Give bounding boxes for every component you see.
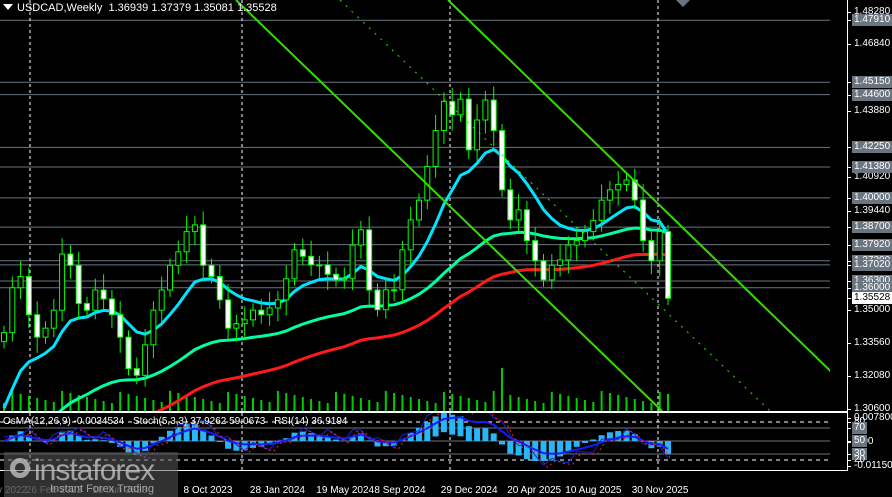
symbol-timeframe: USDCAD,Weekly [17, 2, 103, 14]
axis-tick [848, 244, 851, 246]
price-tick-label: 1.40920 [854, 171, 891, 183]
axis-tick [848, 422, 851, 423]
axis-tick [848, 177, 851, 179]
axis-tick [848, 210, 851, 212]
axis-tick [848, 428, 851, 429]
axis-tick [848, 147, 851, 149]
date-label: 20 Apr 2025 [507, 485, 562, 496]
price-tick-label: 1.46840 [854, 38, 891, 50]
axis-tick [848, 12, 851, 13]
level-price-label: 1.38700 [852, 221, 892, 234]
axis-tick [848, 441, 851, 442]
axis-tick [848, 197, 851, 199]
price-tick-label: 1.33560 [854, 336, 891, 348]
current-price-label: 1.35528 [852, 292, 892, 305]
axis-tick [848, 298, 851, 300]
gear-logo-icon [10, 458, 30, 478]
stoch-level-label: 70 [852, 422, 868, 434]
axis-tick [848, 342, 851, 344]
watermark-tagline: Instant Forex Trading [50, 483, 154, 495]
axis-tick [848, 409, 851, 410]
dropdown-icon[interactable] [3, 4, 13, 10]
level-price-label: 1.40000 [852, 191, 892, 204]
axis-tick [848, 227, 851, 229]
axis-tick [848, 20, 851, 22]
price-tick-label: 1.32080 [854, 369, 891, 381]
stoch-level-label: 20 [854, 454, 866, 465]
date-label: 28 Jan 2024 [249, 485, 305, 496]
axis-tick [848, 281, 851, 282]
rsi-label: RSI(14) 36.9194 [274, 416, 348, 427]
level-price-label: 1.42250 [852, 141, 892, 154]
level-price-label: 1.44600 [852, 88, 892, 101]
date-label: 8 Oct 2023 [183, 485, 233, 496]
date-label: 10 Aug 2025 [565, 485, 622, 496]
indicator-title: OsMA(12,26,9) -0.0034534 Stoch(5,3,3) 37… [3, 416, 353, 427]
axis-tick [848, 454, 851, 455]
price-tick-label: 1.43880 [854, 104, 891, 116]
axis-tick [848, 166, 851, 168]
axis-tick [848, 466, 851, 467]
price-chart-frame [0, 0, 848, 412]
date-label: 19 May 2024 [316, 485, 375, 496]
level-price-label: 1.47910 [852, 14, 892, 27]
chart-shift-marker-icon[interactable] [676, 0, 690, 7]
instaforex-watermark: instaforex Instant Forex Trading [4, 452, 178, 497]
date-label: 29 Dec 2024 [440, 485, 498, 496]
axis-tick [848, 82, 851, 84]
axis-tick [848, 260, 851, 262]
date-label: 8 Sep 2024 [374, 485, 426, 496]
price-tick-label: 1.35000 [854, 304, 891, 316]
stoch-label: Stoch(5,3,3) 37.9262 59.0673 [132, 416, 266, 427]
price-tick-label: 1.39440 [854, 204, 891, 216]
ohlc-values: 1.36939 1.37379 1.35081 1.35528 [108, 2, 277, 14]
axis-tick [848, 460, 851, 461]
stoch-level-label: 50 [852, 435, 868, 447]
axis-tick [848, 287, 851, 289]
level-price-label: 1.37020 [852, 258, 892, 271]
axis-tick [848, 110, 851, 112]
axis-tick [848, 264, 851, 266]
chart-title: USDCAD,Weekly 1.36939 1.37379 1.35081 1.… [3, 2, 277, 14]
axis-tick [848, 94, 851, 96]
axis-tick [848, 44, 851, 46]
level-price-label: 1.41380 [852, 160, 892, 173]
axis-tick [848, 310, 851, 312]
level-price-label: 1.45150 [852, 76, 892, 89]
axis-tick [848, 442, 851, 443]
date-label: 30 Nov 2025 [631, 485, 689, 496]
axis-tick [848, 418, 851, 419]
osma-label: OsMA(12,26,9) -0.0034534 [3, 416, 125, 427]
axis-tick [848, 375, 851, 377]
level-price-label: 1.37920 [852, 238, 892, 251]
